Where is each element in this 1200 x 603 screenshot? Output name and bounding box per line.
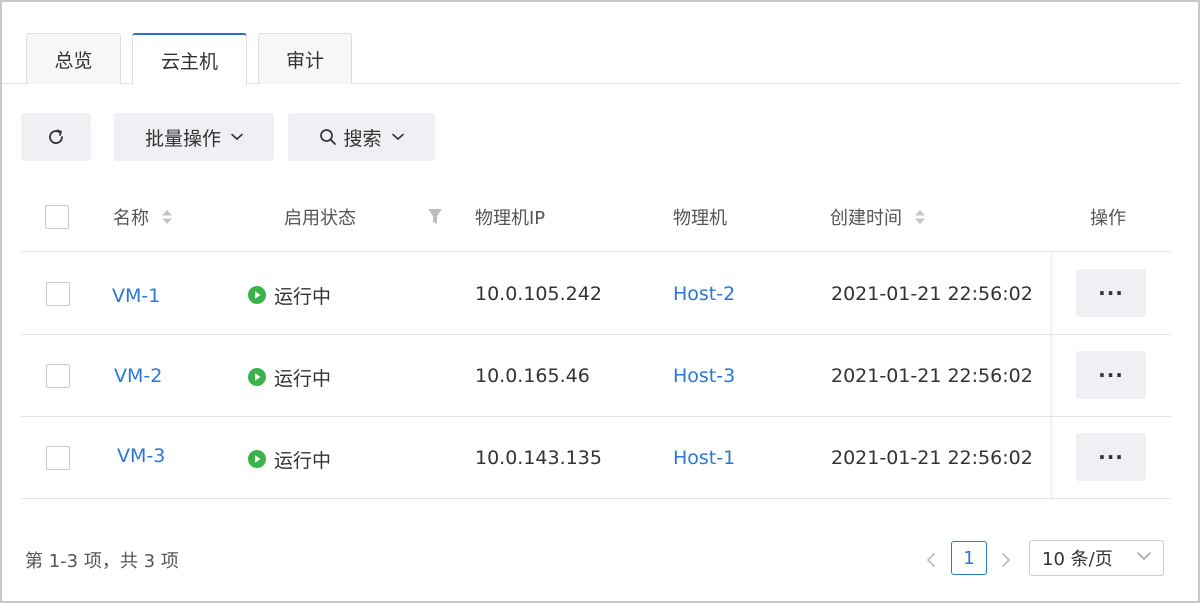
search-label: 搜索 bbox=[343, 127, 382, 150]
running-status-icon bbox=[248, 450, 266, 468]
chevron-down-icon bbox=[391, 133, 404, 141]
row-divider bbox=[21, 498, 1171, 499]
host-link[interactable]: Host-3 bbox=[673, 361, 735, 391]
search-button[interactable]: 搜索 bbox=[288, 113, 435, 161]
more-actions-button[interactable]: ··· bbox=[1076, 269, 1146, 317]
refresh-icon bbox=[49, 129, 63, 144]
next-page-button[interactable] bbox=[997, 548, 1015, 572]
column-header-actions: 操作 bbox=[1090, 203, 1126, 231]
chevron-left-icon bbox=[926, 553, 935, 567]
column-header-ip: 物理机IP bbox=[475, 203, 545, 231]
column-header-host: 物理机 bbox=[673, 203, 727, 231]
column-header-created-label: 创建时间 bbox=[830, 208, 902, 229]
pagination-summary: 第 1-3 项，共 3 项 bbox=[25, 551, 179, 572]
vm-name-link[interactable]: VM-1 bbox=[112, 281, 160, 311]
ip-cell: 10.0.143.135 bbox=[475, 447, 602, 469]
page-size-label: 10 条/页 bbox=[1042, 549, 1113, 570]
batch-operations-label: 批量操作 bbox=[144, 127, 221, 150]
column-header-name-label: 名称 bbox=[113, 208, 149, 229]
sort-icon bbox=[915, 210, 925, 224]
vm-name-link[interactable]: VM-2 bbox=[114, 361, 162, 391]
row-checkbox[interactable] bbox=[46, 364, 70, 388]
chevron-down-icon bbox=[1137, 552, 1151, 560]
column-header-created[interactable]: 创建时间 bbox=[830, 203, 926, 231]
search-icon bbox=[320, 129, 337, 145]
more-actions-button[interactable]: ··· bbox=[1076, 433, 1146, 481]
fixed-column-shadow bbox=[1050, 252, 1054, 500]
status-label: 运行中 bbox=[274, 285, 332, 308]
ip-cell: 10.0.165.46 bbox=[475, 365, 590, 387]
running-status-icon bbox=[248, 368, 266, 386]
row-divider bbox=[21, 334, 1171, 335]
row-checkbox[interactable] bbox=[46, 446, 70, 470]
more-actions-button[interactable]: ··· bbox=[1076, 351, 1146, 399]
page-number-button[interactable]: 1 bbox=[951, 541, 987, 575]
chevron-down-icon bbox=[231, 133, 243, 141]
prev-page-button[interactable] bbox=[922, 548, 940, 572]
column-header-host-label: 物理机 bbox=[673, 208, 727, 229]
row-divider bbox=[21, 416, 1171, 417]
column-header-status-label: 启用状态 bbox=[284, 208, 356, 229]
status-label: 运行中 bbox=[274, 367, 332, 390]
column-header-actions-label: 操作 bbox=[1090, 208, 1126, 229]
vm-name-link[interactable]: VM-3 bbox=[117, 441, 165, 471]
tab-audit[interactable]: 审计 bbox=[258, 33, 352, 84]
column-header-status: 启用状态 bbox=[284, 203, 356, 231]
select-all-checkbox[interactable] bbox=[45, 205, 69, 229]
tab-overview[interactable]: 总览 bbox=[26, 33, 121, 84]
batch-operations-button[interactable]: 批量操作 bbox=[114, 113, 274, 161]
row-checkbox[interactable] bbox=[46, 282, 70, 306]
chevron-right-icon bbox=[1002, 553, 1011, 567]
created-cell: 2021-01-21 22:56:02 bbox=[831, 365, 1033, 387]
host-link[interactable]: Host-1 bbox=[673, 443, 735, 473]
running-status-icon bbox=[248, 286, 266, 304]
created-cell: 2021-01-21 22:56:02 bbox=[831, 283, 1033, 305]
filter-icon[interactable] bbox=[426, 207, 444, 227]
status-label: 运行中 bbox=[274, 449, 332, 472]
created-cell: 2021-01-21 22:56:02 bbox=[831, 447, 1033, 469]
row-divider bbox=[21, 251, 1171, 252]
host-link[interactable]: Host-2 bbox=[673, 279, 735, 309]
column-header-name[interactable]: 名称 bbox=[113, 203, 173, 231]
tab-bar: 总览 云主机 审计 bbox=[2, 33, 1180, 85]
page-size-select[interactable]: 10 条/页 bbox=[1029, 540, 1164, 576]
refresh-button[interactable] bbox=[21, 113, 91, 161]
ip-cell: 10.0.105.242 bbox=[475, 283, 602, 305]
tab-vm[interactable]: 云主机 bbox=[132, 33, 247, 85]
status-cell: 运行中 bbox=[248, 444, 331, 474]
status-cell: 运行中 bbox=[248, 280, 331, 310]
status-cell: 运行中 bbox=[248, 362, 331, 392]
column-header-ip-label: 物理机IP bbox=[475, 208, 546, 229]
sort-icon bbox=[162, 210, 172, 224]
